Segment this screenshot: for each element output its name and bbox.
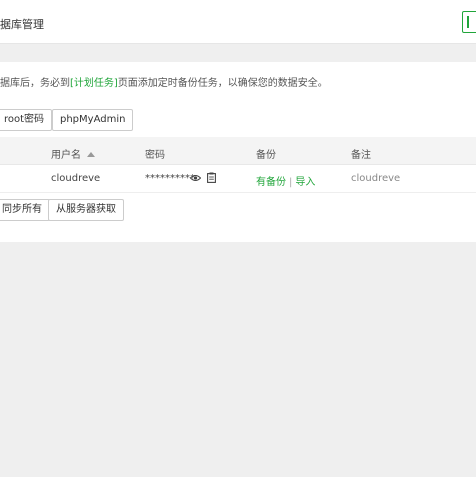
backup-notice: 据库后，务必到[计划任务]页面添加定时备份任务，以确保您的数据安全。 xyxy=(0,74,328,89)
top-right-button[interactable] xyxy=(462,11,476,33)
notice-suffix: 页面添加定时备份任务，以确保您的数据安全。 xyxy=(117,78,328,89)
backup-status-link[interactable]: 有备份 xyxy=(256,177,286,188)
phpmyadmin-button[interactable]: phpMyAdmin xyxy=(52,109,134,131)
sort-asc-icon[interactable] xyxy=(87,152,95,157)
copy-icon[interactable] xyxy=(207,172,216,183)
backup-separator: | xyxy=(289,177,293,188)
root-password-button[interactable]: root密码 xyxy=(0,109,53,131)
column-username[interactable]: 用户名 xyxy=(51,146,95,161)
column-backup: 备份 xyxy=(256,150,276,161)
row-username: cloudreve xyxy=(51,173,101,184)
table-row: cloudreve ********** 有备份 | 导入 cloudreve xyxy=(0,165,476,193)
schedule-task-link[interactable]: [计划任务] xyxy=(70,78,118,89)
column-password: 密码 xyxy=(145,150,165,161)
sync-all-button[interactable]: 同步所有 xyxy=(0,199,50,221)
row-password: ********** xyxy=(145,173,195,184)
row-note[interactable]: cloudreve xyxy=(351,173,400,184)
row-backup: 有备份 | 导入 xyxy=(256,173,315,188)
top-bar: 据库管理 xyxy=(0,0,476,44)
column-note: 备注 xyxy=(351,150,371,161)
page-title: 据库管理 xyxy=(0,18,44,31)
column-username-label: 用户名 xyxy=(51,150,81,161)
notice-prefix: 据库后，务必到 xyxy=(0,78,70,89)
fetch-from-server-button[interactable]: 从服务器获取 xyxy=(48,199,124,221)
eye-icon[interactable] xyxy=(190,174,201,182)
button-icon xyxy=(467,16,476,28)
import-link[interactable]: 导入 xyxy=(295,177,315,188)
table-header: 用户名 密码 备份 备注 xyxy=(0,137,476,165)
